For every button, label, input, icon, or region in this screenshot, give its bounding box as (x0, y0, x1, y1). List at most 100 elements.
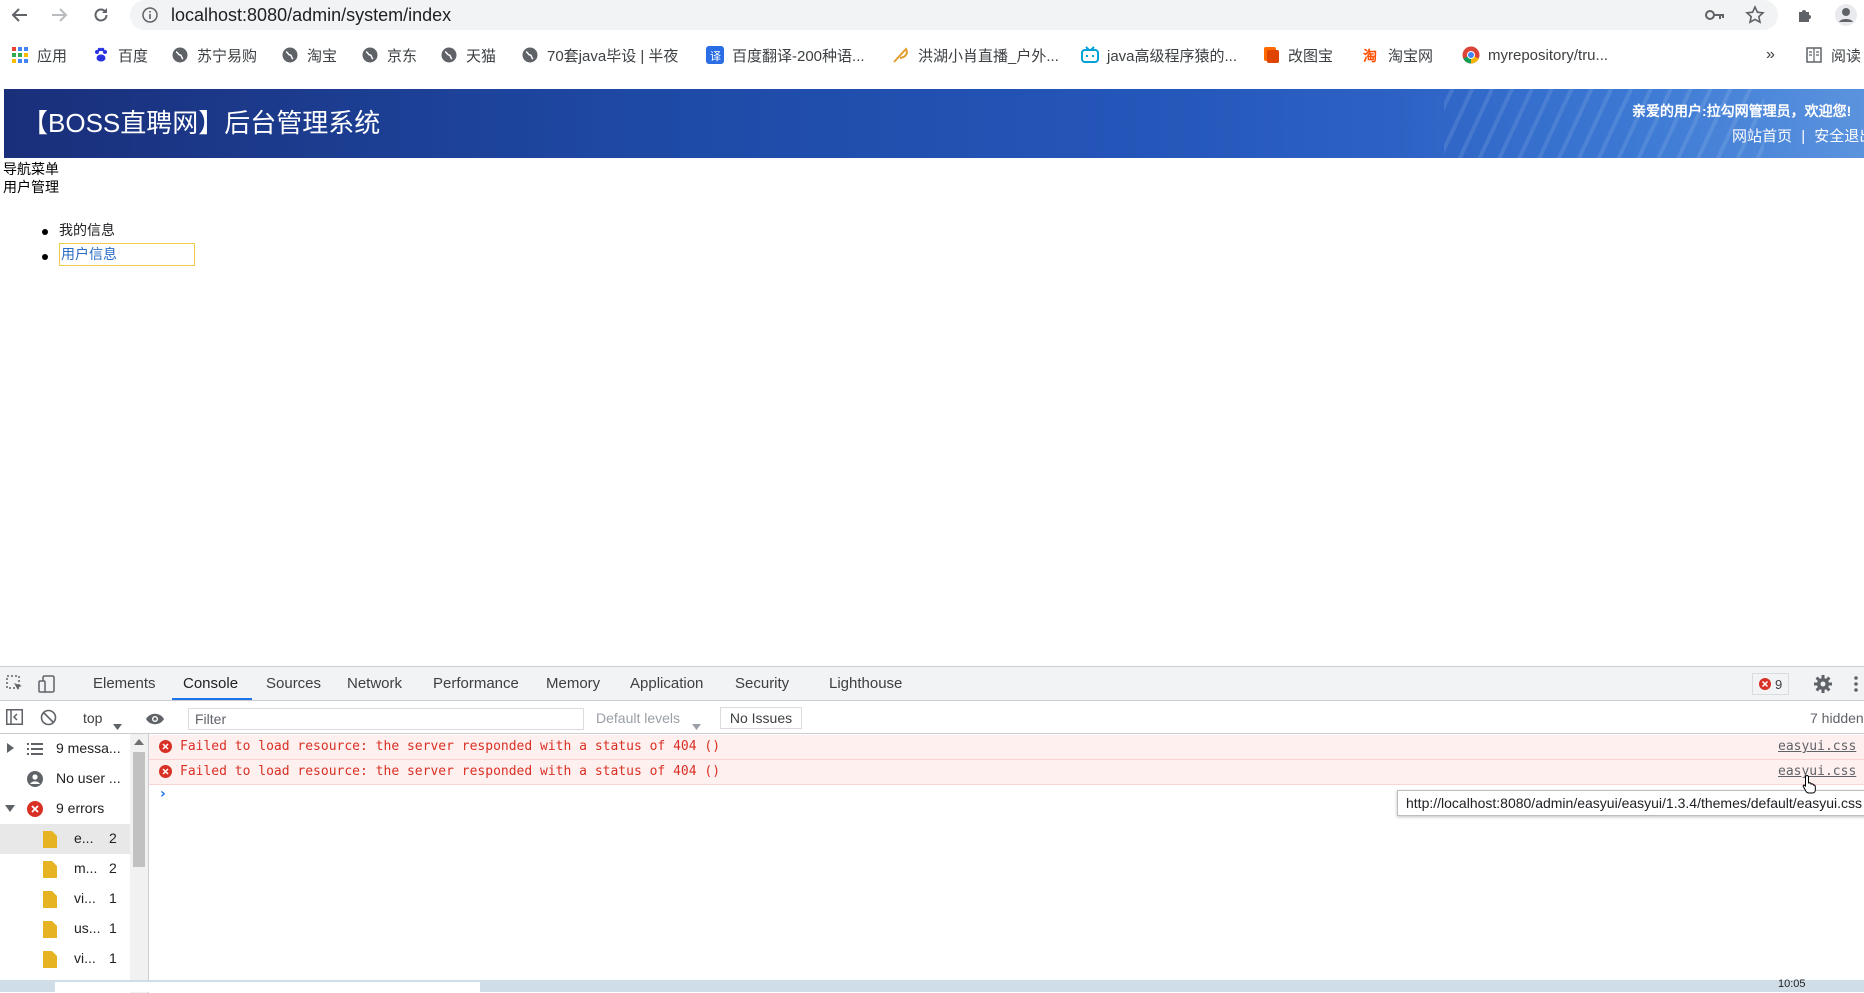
bookmark-label: 苏宁易购 (197, 47, 258, 65)
sidebar-file-label: vi... (74, 890, 96, 906)
error-source-link[interactable]: easyui.css (1778, 739, 1856, 754)
sidebar-file-count: 1 (109, 920, 117, 936)
sidebar-file-label: e... (74, 830, 94, 846)
extensions-puzzle-icon[interactable] (1793, 4, 1817, 26)
bookmark-label: java高级程序猿的... (1107, 47, 1238, 65)
bookmark-gaitubao[interactable]: 改图宝 (1262, 44, 1333, 66)
url-text[interactable]: localhost:8080/admin/system/index (171, 5, 451, 26)
header-links: 网站首页 | 安全退出 (1732, 125, 1864, 146)
tab-application[interactable]: Application (630, 675, 703, 692)
bookmark-bilibili[interactable]: java高级程序猿的... (1081, 44, 1237, 66)
sidebar-toggle-icon[interactable] (6, 709, 23, 729)
collapse-arrow-icon (5, 805, 15, 812)
bookmark-live[interactable]: 洪湖小肖直播_户外... (892, 44, 1059, 66)
bookmark-apps[interactable]: 应用 (11, 44, 67, 66)
sidebar-file-item[interactable]: m... 2 (0, 854, 130, 884)
context-selector[interactable]: top (83, 710, 102, 726)
os-taskbar: 10:05 (0, 978, 1864, 992)
sidebar-file-label: m... (74, 860, 98, 876)
banner-decoration (1444, 89, 1764, 158)
tab-console[interactable]: Console (183, 675, 238, 692)
tab-sources[interactable]: Sources (266, 675, 321, 692)
bookmark-suning[interactable]: 苏宁易购 (171, 44, 257, 66)
error-text: Failed to load resource: the server resp… (180, 764, 721, 779)
tab-memory[interactable]: Memory (546, 675, 600, 692)
bookmark-taobao[interactable]: 淘宝 (281, 44, 337, 66)
bookmark-label: 百度 (118, 47, 149, 65)
console-error-message[interactable]: Failed to load resource: the server resp… (149, 735, 1864, 760)
error-count-badge[interactable]: 9 (1752, 673, 1790, 695)
reading-list-button[interactable]: 阅读 (1805, 44, 1861, 66)
sidebar-file-item[interactable]: vi... 1 (0, 944, 130, 974)
tab-elements[interactable]: Elements (93, 675, 156, 692)
bookmark-label: 洪湖小肖直播_户外... (918, 47, 1059, 65)
tab-lighthouse[interactable]: Lighthouse (829, 675, 902, 692)
sidebar-file-item[interactable]: us... 1 (0, 914, 130, 944)
menu-item-label[interactable]: 用户信息 (59, 243, 195, 266)
feather-icon (892, 46, 910, 64)
device-toolbar-icon[interactable] (38, 675, 56, 697)
filter-input[interactable]: Filter (188, 708, 584, 730)
sidebar-file-item[interactable]: e... 2 (0, 824, 130, 854)
key-icon[interactable] (1703, 4, 1727, 26)
logout-link[interactable]: 安全退出 (1814, 128, 1864, 145)
tab-performance[interactable]: Performance (433, 675, 519, 692)
inspect-element-icon[interactable] (6, 675, 24, 697)
live-expression-eye-icon[interactable] (145, 711, 165, 730)
bookmark-baidu-translate[interactable]: 译百度翻译-200种语... (706, 44, 865, 66)
bookmark-label: 淘宝网 (1388, 47, 1434, 65)
settings-gear-icon[interactable] (1814, 675, 1832, 697)
tab-network[interactable]: Network (347, 675, 402, 692)
taskbar-search-box[interactable] (55, 982, 480, 992)
file-icon (43, 831, 57, 848)
sidebar-file-count: 1 (109, 890, 117, 906)
back-button[interactable] (7, 3, 33, 27)
console-error-message[interactable]: Failed to load resource: the server resp… (149, 760, 1864, 785)
sidebar-user-messages[interactable]: No user ... (0, 764, 130, 794)
bookmark-java-projects[interactable]: 70套java毕设 | 半夜 (521, 44, 678, 66)
sidebar-errors[interactable]: 9 errors (0, 794, 130, 824)
reading-list-label: 阅读 (1831, 47, 1862, 65)
bookmark-tmall[interactable]: 天猫 (440, 44, 496, 66)
sidebar-label: 9 messa... (56, 740, 121, 756)
more-options-icon[interactable] (1853, 675, 1859, 697)
bookmark-label: 应用 (37, 47, 68, 65)
sidebar-messages[interactable]: 9 messa... (0, 734, 130, 764)
bilibili-icon (1081, 46, 1099, 64)
bookmark-jd[interactable]: 京东 (361, 44, 417, 66)
translate-icon: 译 (706, 46, 724, 64)
svg-text:译: 译 (710, 50, 721, 63)
hand-pointer-cursor-icon (1802, 774, 1816, 794)
home-link[interactable]: 网站首页 (1732, 128, 1792, 145)
bookmarks-more-button[interactable]: » (1766, 44, 1775, 66)
sidebar-scroll-thumb[interactable] (133, 752, 145, 867)
error-icon (159, 765, 172, 778)
error-text: Failed to load resource: the server resp… (180, 739, 721, 754)
tab-security[interactable]: Security (735, 675, 789, 692)
nav-group-user-management[interactable]: 用户管理 (3, 177, 59, 197)
bookmark-star-icon[interactable] (1743, 4, 1767, 26)
bookmark-baidu[interactable]: 百度 (92, 44, 148, 66)
error-icon (1759, 678, 1771, 690)
profile-avatar-icon[interactable] (1834, 4, 1858, 26)
issues-button[interactable]: No Issues (720, 707, 802, 729)
bookmark-taobao-net[interactable]: 淘淘宝网 (1362, 44, 1433, 66)
file-icon (43, 861, 57, 878)
orange-app-icon (1262, 46, 1280, 64)
console-prompt[interactable]: › (160, 786, 166, 802)
file-icon (43, 891, 57, 908)
sidebar-label: No user ... (56, 770, 121, 786)
menu-item-label[interactable]: 我的信息 (59, 220, 115, 240)
bookmark-label: 京东 (387, 47, 418, 65)
back-arrow-icon (11, 8, 27, 22)
clear-console-icon[interactable] (40, 709, 57, 730)
scroll-up-arrow-icon[interactable] (134, 739, 144, 745)
sidebar-file-item[interactable]: vi... 1 (0, 884, 130, 914)
bookmark-myrepository[interactable]: myrepository/tru... (1462, 44, 1608, 66)
forward-button[interactable] (46, 3, 72, 27)
log-levels-dropdown[interactable]: Default levels (596, 710, 680, 726)
active-tab-indicator (172, 698, 252, 700)
site-info-icon[interactable] (142, 7, 158, 27)
error-icon (159, 740, 172, 753)
reload-button[interactable] (88, 3, 114, 27)
